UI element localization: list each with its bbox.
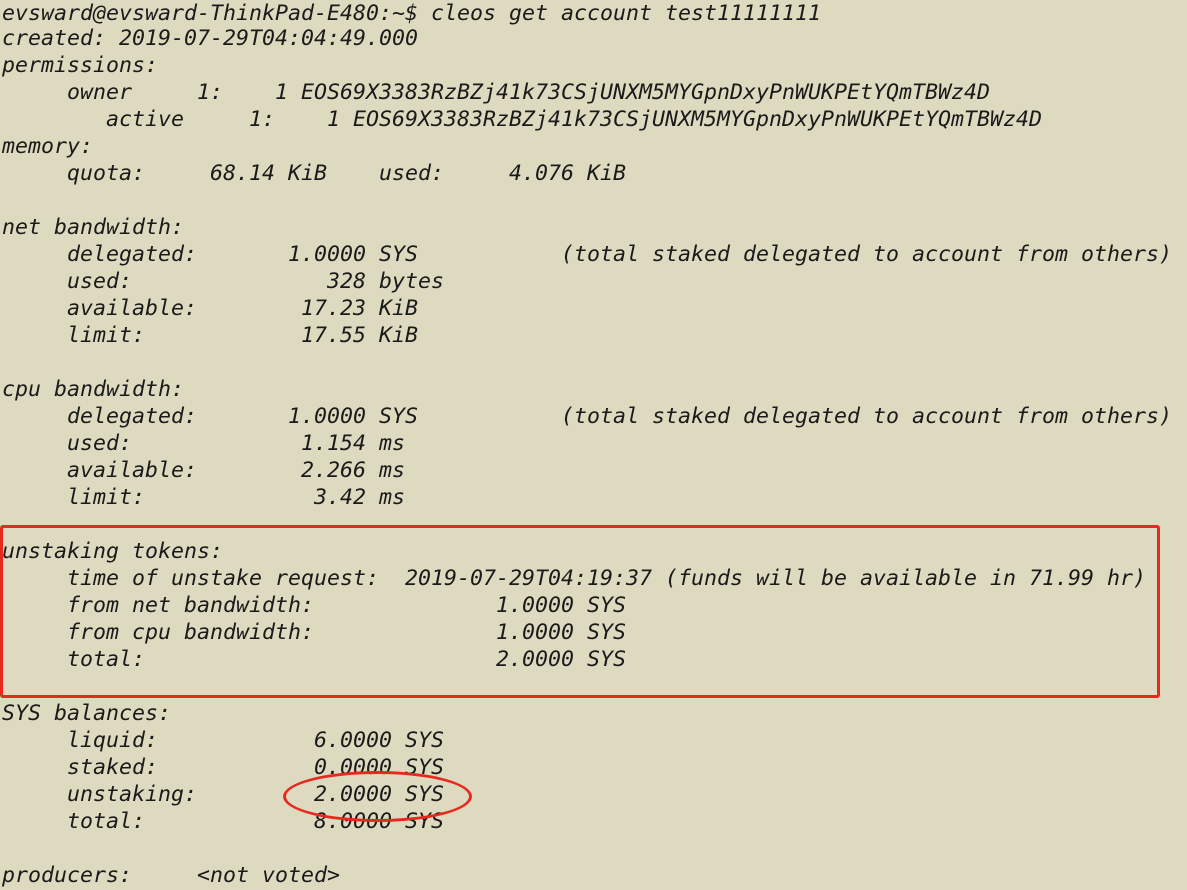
- sys-balances-heading: SYS balances:: [2, 701, 172, 726]
- unstake-request-time-line: time of unstake request: 2019-07-29T04:1…: [2, 566, 1147, 591]
- active-permission-line: active 1: 1 EOS69X3383RzBZj41k73CSjUNXM5…: [2, 107, 1043, 132]
- memory-heading: memory:: [2, 134, 94, 159]
- net-limit-line: limit: 17.55 KiB: [2, 323, 419, 348]
- cpu-bandwidth-heading: cpu bandwidth:: [2, 377, 185, 402]
- balance-unstaking-line: unstaking: 2.0000 SYS: [2, 782, 445, 807]
- net-used-line: used: 328 bytes: [2, 269, 445, 294]
- net-bandwidth-heading: net bandwidth:: [2, 215, 185, 240]
- owner-permission-line: owner 1: 1 EOS69X3383RzBZj41k73CSjUNXM5M…: [2, 80, 991, 105]
- permissions-heading: permissions:: [2, 53, 159, 78]
- balance-total-line: total: 8.0000 SYS: [2, 809, 445, 834]
- unstaking-tokens-heading: unstaking tokens:: [2, 539, 224, 564]
- cpu-available-line: available: 2.266 ms: [2, 458, 406, 483]
- producers-line: producers: <not voted>: [2, 863, 341, 888]
- unstake-from-cpu-line: from cpu bandwidth: 1.0000 SYS: [2, 620, 627, 645]
- net-available-line: available: 17.23 KiB: [2, 296, 419, 321]
- unstake-total-line: total: 2.0000 SYS: [2, 647, 627, 672]
- unstake-from-net-line: from net bandwidth: 1.0000 SYS: [2, 593, 627, 618]
- balance-staked-line: staked: 0.0000 SYS: [2, 755, 445, 780]
- cpu-used-line: used: 1.154 ms: [2, 431, 406, 456]
- balance-liquid-line: liquid: 6.0000 SYS: [2, 728, 445, 753]
- cpu-limit-line: limit: 3.42 ms: [2, 485, 406, 510]
- memory-quota-line: quota: 68.14 KiB used: 4.076 KiB: [2, 161, 627, 186]
- net-delegated-line: delegated: 1.0000 SYS (total staked dele…: [2, 242, 1173, 267]
- command-prompt-line: evsward@evsward-ThinkPad-E480:~$ cleos g…: [2, 1, 822, 26]
- created-line: created: 2019-07-29T04:04:49.000: [2, 26, 419, 51]
- terminal-window[interactable]: evsward@evsward-ThinkPad-E480:~$ cleos g…: [0, 0, 1187, 890]
- cpu-delegated-line: delegated: 1.0000 SYS (total staked dele…: [2, 404, 1173, 429]
